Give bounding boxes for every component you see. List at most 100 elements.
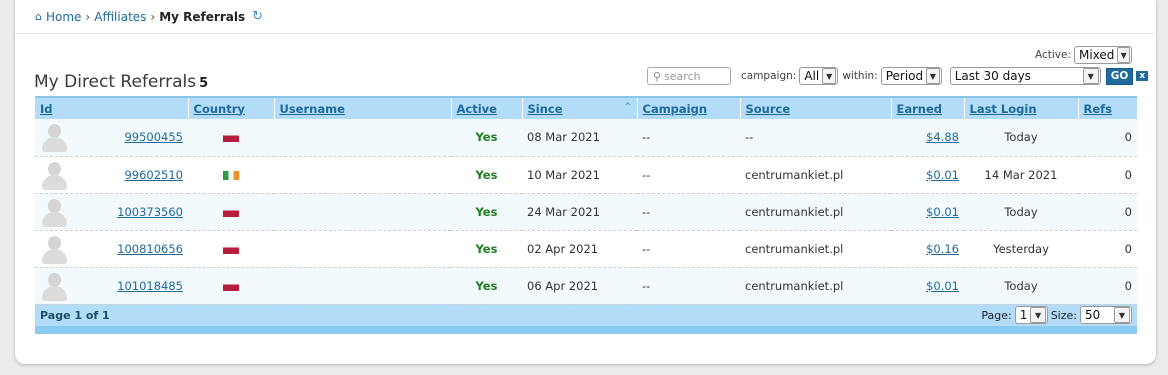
active-status: Yes bbox=[475, 241, 498, 256]
id-cell: 99500455 bbox=[35, 119, 188, 156]
breadcrumb-home[interactable]: Home bbox=[46, 10, 81, 24]
breadcrumb-current: My Referrals bbox=[159, 9, 246, 24]
country-cell bbox=[188, 230, 274, 267]
referrals-table: Id Country Username Active Since ^ Campai… bbox=[35, 96, 1137, 334]
table-row: 100810656 Yes 02 Apr 2021 -- centrumankiet.p… bbox=[35, 230, 1137, 267]
active-filter: Active: Mixed ▼ bbox=[1035, 46, 1132, 64]
campaign-label: campaign: bbox=[741, 70, 797, 82]
col-header-last-login[interactable]: Last Login bbox=[963, 97, 1078, 119]
active-select[interactable]: Mixed ▼ bbox=[1074, 46, 1132, 64]
id-cell: 100810656 bbox=[35, 230, 188, 267]
col-header-refs[interactable]: Refs bbox=[1077, 97, 1137, 119]
refresh-icon[interactable]: ↻ bbox=[252, 9, 263, 24]
earned-cell: $0.16 bbox=[891, 230, 964, 267]
chevron-down-icon: ▼ bbox=[1117, 47, 1130, 63]
col-header-campaign[interactable]: Campaign bbox=[636, 97, 740, 119]
earned-link[interactable]: $0.01 bbox=[926, 205, 959, 219]
period-select[interactable]: Last 30 days ▼ bbox=[949, 67, 1101, 85]
last-login-cell: Today bbox=[1004, 278, 1038, 293]
referral-id-link[interactable]: 100373560 bbox=[117, 205, 183, 219]
clear-filter-button[interactable]: x bbox=[1136, 71, 1149, 81]
campaign-cell: -- bbox=[642, 167, 651, 182]
refs-cell: 0 bbox=[1124, 204, 1132, 219]
divider bbox=[15, 33, 1156, 34]
go-button[interactable]: GO bbox=[1105, 67, 1134, 85]
within-select[interactable]: Period ▼ bbox=[880, 67, 942, 85]
active-status: Yes bbox=[475, 278, 498, 293]
since-cell: 10 Mar 2021 bbox=[527, 167, 600, 182]
table-header-row: Id Country Username Active Since ^ Campai… bbox=[35, 97, 1137, 119]
referral-id-link[interactable]: 99602510 bbox=[124, 168, 183, 182]
within-select-value: Period bbox=[885, 69, 924, 83]
last-login-cell: Yesterday bbox=[993, 241, 1049, 256]
col-header-source[interactable]: Source bbox=[739, 97, 891, 119]
avatar bbox=[40, 196, 68, 228]
home-icon[interactable]: ⌂ bbox=[35, 10, 42, 23]
col-header-username[interactable]: Username bbox=[273, 97, 451, 119]
breadcrumb-affiliates[interactable]: Affiliates bbox=[94, 10, 146, 24]
country-cell bbox=[188, 193, 274, 230]
pager-controls: Page: 1 ▼ Size: 50 ▼ bbox=[456, 306, 1132, 325]
earned-cell: $0.01 bbox=[891, 267, 964, 304]
earned-link[interactable]: $0.16 bbox=[926, 242, 959, 256]
page-label: Page: bbox=[981, 308, 1012, 322]
earned-link[interactable]: $0.01 bbox=[926, 168, 959, 182]
campaign-select[interactable]: All ▼ bbox=[799, 67, 839, 85]
source-cell: centrumankiet.pl bbox=[745, 241, 844, 256]
table-row: 99500455 Yes 08 Mar 2021 -- -- $4.88 Today 0 bbox=[35, 119, 1137, 156]
referral-id-link[interactable]: 99500455 bbox=[124, 130, 183, 144]
source-cell: centrumankiet.pl bbox=[745, 278, 844, 293]
col-header-active[interactable]: Active bbox=[450, 97, 522, 119]
breadcrumb-separator: › bbox=[85, 9, 91, 24]
page-select[interactable]: 1 ▼ bbox=[1014, 306, 1048, 325]
flag-pl-icon bbox=[223, 244, 239, 254]
earned-cell: $0.01 bbox=[891, 156, 964, 193]
since-cell: 24 Mar 2021 bbox=[527, 204, 600, 219]
col-header-country[interactable]: Country bbox=[187, 97, 274, 119]
active-cell: Yes bbox=[451, 267, 522, 304]
last-login-cell: Today bbox=[1004, 204, 1038, 219]
referral-id-link[interactable]: 100810656 bbox=[117, 242, 183, 256]
avatar bbox=[40, 159, 68, 191]
refs-cell: 0 bbox=[1124, 130, 1132, 145]
search-icon: ⚲ bbox=[653, 69, 662, 83]
active-status: Yes bbox=[475, 130, 498, 145]
col-header-id[interactable]: Id bbox=[35, 97, 188, 119]
source-cell: -- bbox=[745, 130, 754, 145]
referral-id-link[interactable]: 101018485 bbox=[117, 279, 183, 293]
within-label: within: bbox=[842, 70, 878, 82]
id-cell: 101018485 bbox=[35, 267, 188, 304]
username-cell bbox=[274, 230, 451, 267]
chevron-down-icon: ▼ bbox=[822, 68, 837, 84]
sort-asc-icon[interactable]: ^ bbox=[624, 102, 632, 112]
earned-link[interactable]: $4.88 bbox=[926, 130, 959, 144]
search-placeholder: search bbox=[664, 69, 701, 83]
flag-pl-icon bbox=[223, 133, 239, 143]
active-select-value: Mixed bbox=[1079, 48, 1115, 62]
size-select-value: 50 bbox=[1085, 308, 1101, 323]
page-select-value: 1 bbox=[1019, 308, 1028, 323]
referrals-panel: ⌂ Home › Affiliates › My Referrals ↻ Act… bbox=[15, 0, 1156, 364]
chevron-down-icon: ▼ bbox=[926, 68, 940, 84]
table-row: 100373560 Yes 24 Mar 2021 -- centrumankiet.p… bbox=[35, 193, 1137, 230]
since-cell: 08 Mar 2021 bbox=[527, 130, 600, 145]
refs-cell: 0 bbox=[1124, 241, 1132, 256]
chevron-down-icon: ▼ bbox=[1030, 307, 1046, 324]
search-input[interactable]: ⚲ search bbox=[647, 67, 731, 85]
country-cell bbox=[188, 267, 274, 304]
campaign-select-value: All bbox=[804, 69, 820, 83]
source-cell: centrumankiet.pl bbox=[745, 167, 844, 182]
size-select[interactable]: 50 ▼ bbox=[1080, 306, 1132, 325]
earned-link[interactable]: $0.01 bbox=[926, 279, 959, 293]
flag-pl-icon bbox=[223, 207, 239, 217]
source-cell: centrumankiet.pl bbox=[745, 204, 844, 219]
page-title-text: My Direct Referrals bbox=[34, 72, 197, 92]
id-cell: 99602510 bbox=[35, 156, 188, 193]
referral-count: 5 bbox=[199, 76, 209, 91]
flag-ie-icon bbox=[223, 170, 239, 180]
col-header-since[interactable]: Since ^ bbox=[521, 97, 637, 119]
active-cell: Yes bbox=[451, 230, 522, 267]
campaign-cell: -- bbox=[642, 130, 651, 145]
username-cell bbox=[274, 193, 451, 230]
col-header-earned[interactable]: Earned bbox=[890, 97, 964, 119]
